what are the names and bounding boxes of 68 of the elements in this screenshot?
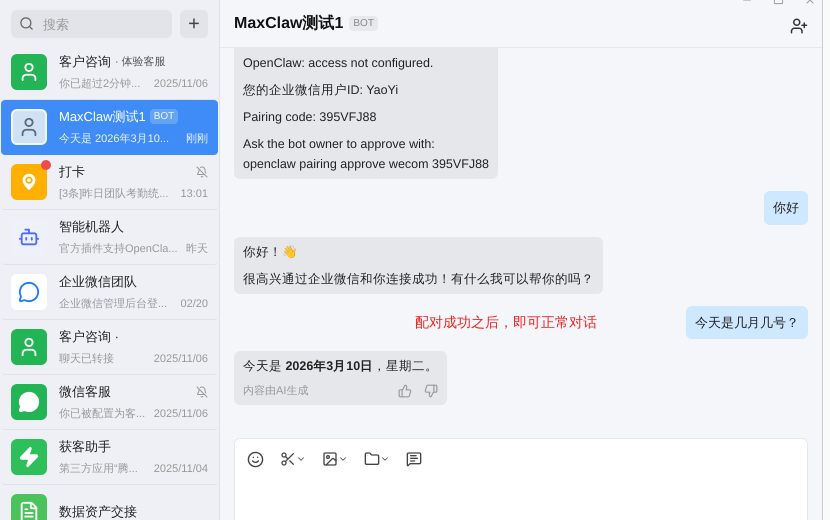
person-avatar bbox=[11, 329, 47, 365]
chat-preview: 你已被配置为客... bbox=[59, 406, 146, 422]
chat-time: 2025/11/06 bbox=[154, 352, 208, 366]
chat-time: 2025/11/04 bbox=[154, 462, 208, 476]
chat-time: 刚刚 bbox=[186, 132, 208, 146]
folder-icon[interactable] bbox=[364, 451, 390, 467]
chat-name: 客户咨询 · bbox=[59, 328, 119, 346]
thumbs-down-icon[interactable] bbox=[424, 384, 438, 398]
message-text: 很高兴通过企业微信和你连接成功！有什么我可以帮你的吗？ bbox=[243, 270, 594, 288]
chat-name: 客户咨询 bbox=[59, 53, 111, 71]
chat-preview: 今天是 2026年3月10... bbox=[59, 132, 170, 146]
message-text: Pairing code: 395VFJ88 bbox=[243, 109, 378, 126]
bot-badge: BOT bbox=[150, 109, 178, 124]
person-avatar bbox=[11, 54, 47, 90]
message-text: OpenClaw: access not configured. bbox=[243, 55, 434, 72]
scissors-icon[interactable] bbox=[280, 451, 306, 467]
chat-name: MaxClaw测试1 bbox=[59, 108, 146, 126]
chat-list-item[interactable]: 打卡 [3条]昨日团队考勤统... 13:01 bbox=[1, 155, 218, 210]
emoji-icon[interactable] bbox=[247, 451, 264, 468]
search-field[interactable]: 搜索 bbox=[11, 10, 172, 38]
chat-preview: 你已超过2分钟... bbox=[59, 76, 140, 92]
thumbs-up-icon[interactable] bbox=[398, 384, 412, 398]
robot-avatar bbox=[11, 219, 47, 255]
chat-list-item[interactable]: 微信客服 你已被配置为客... 2025/11/06 bbox=[1, 375, 218, 430]
user-message: 今天是几月几号？ bbox=[686, 306, 808, 339]
add-button[interactable]: + bbox=[180, 10, 208, 38]
chat-tag: · 体验客服 bbox=[115, 54, 166, 70]
message-text: 今天是 2026年3月10日，星期二。 bbox=[243, 358, 438, 375]
chat-preview: 企业微信管理后台登... bbox=[59, 296, 168, 312]
chat-preview: 官方插件支持OpenCla... bbox=[59, 242, 178, 256]
chat-list-item[interactable]: 智能机器人 官方插件支持OpenCla... 昨天 bbox=[1, 210, 218, 265]
chat-list-item[interactable]: 企业微信团队 企业微信管理后台登... 02/20 bbox=[1, 265, 218, 320]
add-member-icon[interactable] bbox=[790, 16, 808, 34]
message-text: Ask the bot owner to approve with: openclaw pairing approve wecom 395VFJ88 bbox=[243, 136, 489, 173]
search-icon bbox=[19, 16, 34, 31]
chat-name: 获客助手 bbox=[59, 438, 111, 456]
bot-badge: BOT bbox=[349, 16, 378, 31]
lightning-avatar bbox=[11, 439, 47, 475]
message-text: 您的企业微信用户ID: YaoYi bbox=[243, 82, 400, 99]
chat-list-item[interactable]: 获客助手 第三方应用“腾... 2025/11/04 bbox=[1, 430, 218, 485]
annotation-text: 配对成功之后，即可正常对话 bbox=[414, 312, 598, 332]
chat-name: 微信客服 bbox=[59, 383, 111, 401]
image-icon[interactable] bbox=[322, 451, 348, 467]
user-message: 你好 bbox=[764, 191, 808, 224]
chat-name: 智能机器人 bbox=[59, 218, 124, 236]
chat-list-item[interactable]: 客户咨询 · 聊天已转接 2025/11/06 bbox=[1, 320, 218, 375]
chat-name: 企业微信团队 bbox=[59, 273, 137, 291]
chat-time: 13:01 bbox=[180, 186, 208, 202]
chat-name: 数据资产交接 bbox=[59, 503, 137, 520]
chat-bubble-avatar bbox=[11, 384, 47, 420]
chat-preview: 聊天已转接 bbox=[59, 352, 114, 366]
chat-list-item[interactable]: 数据资产交接 bbox=[1, 485, 218, 520]
document-avatar bbox=[11, 494, 47, 520]
chat-title: MaxClaw测试1 bbox=[234, 14, 344, 34]
chat-time: 2025/11/06 bbox=[154, 76, 208, 92]
pin-avatar bbox=[11, 164, 47, 200]
chat-time: 2025/11/06 bbox=[154, 406, 208, 422]
avatar-placeholder bbox=[11, 109, 47, 145]
chat-preview: [3条]昨日团队考勤统... bbox=[59, 186, 168, 202]
chat-name: 打卡 bbox=[59, 163, 85, 181]
message-input-panel[interactable] bbox=[234, 438, 808, 520]
chat-preview: 第三方应用“腾... bbox=[59, 462, 138, 476]
chat-time: 02/20 bbox=[180, 296, 208, 312]
chat-logo-avatar bbox=[11, 274, 47, 310]
message-text: 你好！👋 bbox=[243, 244, 299, 260]
ai-note: 内容由AI生成 bbox=[243, 384, 310, 399]
chat-time: 昨天 bbox=[186, 242, 208, 256]
scheduled-message-icon[interactable] bbox=[406, 451, 422, 467]
